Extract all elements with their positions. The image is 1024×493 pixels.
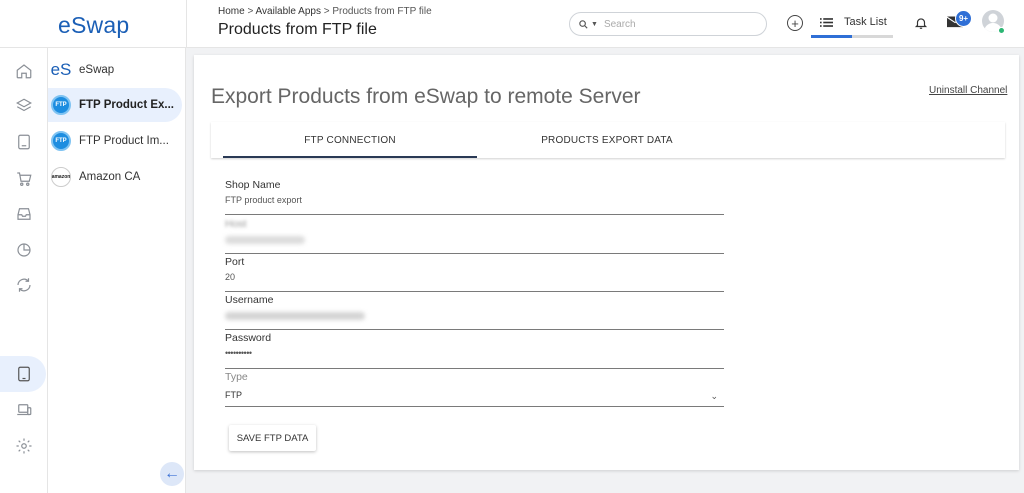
online-status-dot <box>998 27 1005 34</box>
app-item-ftp-import[interactable]: FTP FTP Product Im... <box>48 124 182 158</box>
sync-icon[interactable] <box>15 276 33 294</box>
shop-name-value[interactable]: FTP product export <box>225 195 724 207</box>
tasklist-label: Task List <box>844 16 887 28</box>
settings-icon[interactable] <box>15 437 33 455</box>
password-label: Password <box>225 332 272 344</box>
page-title: Products from FTP file <box>218 21 377 38</box>
home-icon[interactable] <box>15 62 33 80</box>
cart-icon[interactable] <box>15 170 33 188</box>
type-value[interactable]: FTP <box>225 390 724 402</box>
host-value-redacted <box>225 236 305 244</box>
apps-panel: eS eSwap FTP FTP Product Ex... FTP FTP P… <box>48 48 186 493</box>
tab-products-export-data[interactable]: PRODUCTS EXPORT DATA <box>480 122 734 158</box>
port-field[interactable]: Port 20 <box>225 256 724 292</box>
laptop-icon[interactable] <box>15 401 33 419</box>
shop-name-field[interactable]: Shop Name FTP product export <box>225 179 724 215</box>
layers-icon[interactable] <box>15 97 33 115</box>
main-card: Export Products from eSwap to remote Ser… <box>194 55 1019 470</box>
collapse-sidebar-button[interactable]: ← <box>160 462 184 486</box>
chevron-down-icon[interactable]: ⌄ <box>710 391 718 402</box>
shop-name-label: Shop Name <box>225 179 281 191</box>
tasklist-progress-fill <box>811 35 852 38</box>
save-ftp-data-button[interactable]: SAVE FTP DATA <box>229 425 316 451</box>
app-item-label: FTP Product Ex... <box>79 99 174 111</box>
list-icon <box>820 17 833 27</box>
port-label: Port <box>225 256 245 268</box>
app-item-label: Amazon CA <box>79 171 141 183</box>
password-value[interactable]: •••••••••• <box>225 348 724 360</box>
app-item-amazon-ca[interactable]: amazon Amazon CA <box>48 160 182 194</box>
notification-badge: 9+ <box>955 10 972 27</box>
username-label: Username <box>225 294 274 306</box>
username-field[interactable]: Username <box>225 294 724 330</box>
username-value[interactable] <box>225 312 724 324</box>
logo-area: eSwap <box>0 0 187 48</box>
tablet-icon <box>18 366 30 382</box>
app-item-eswap[interactable]: eS eSwap <box>48 53 182 87</box>
breadcrumb-available-apps[interactable]: Available Apps <box>256 6 321 17</box>
search-input[interactable] <box>603 18 744 30</box>
tab-bar: FTP CONNECTION PRODUCTS EXPORT DATA <box>211 122 1005 158</box>
type-label: Type <box>225 371 248 383</box>
username-value-redacted <box>225 312 365 320</box>
nav-rail <box>0 0 48 493</box>
amazon-icon: amazon <box>50 166 72 188</box>
host-field[interactable]: Host <box>225 218 724 254</box>
host-label: Host <box>225 218 247 230</box>
port-value[interactable]: 20 <box>225 272 724 284</box>
eswap-logo-icon: eS <box>50 60 72 79</box>
pie-chart-icon[interactable] <box>15 241 33 259</box>
add-button[interactable]: + <box>787 15 803 31</box>
arrow-left-icon: ← <box>164 465 180 482</box>
type-select[interactable]: Type FTP ⌄ <box>225 371 724 407</box>
plus-icon: + <box>791 15 799 31</box>
top-header: Home > Available Apps > Products from FT… <box>187 0 1024 48</box>
breadcrumb-current: Products from FTP file <box>332 6 432 17</box>
breadcrumb: Home > Available Apps > Products from FT… <box>218 6 432 17</box>
export-heading: Export Products from eSwap to remote Ser… <box>211 85 641 108</box>
tasklist-button[interactable]: Task List <box>820 16 887 28</box>
book-icon[interactable] <box>15 133 33 151</box>
ftp-icon: FTP <box>50 94 72 116</box>
bell-icon[interactable] <box>914 15 928 31</box>
inbox-icon[interactable] <box>15 205 33 223</box>
password-field[interactable]: Password •••••••••• <box>225 332 724 369</box>
host-value[interactable] <box>225 236 724 248</box>
caret-down-icon[interactable]: ▼ <box>591 21 598 28</box>
app-item-label: eSwap <box>79 64 115 76</box>
app-item-label: FTP Product Im... <box>79 135 169 147</box>
tab-ftp-connection[interactable]: FTP CONNECTION <box>223 122 477 158</box>
uninstall-channel-link[interactable]: Uninstall Channel <box>929 85 1007 96</box>
search-icon <box>579 19 588 29</box>
tasklist-progress <box>811 35 893 38</box>
ftp-icon: FTP <box>50 130 72 152</box>
search-box[interactable]: ▼ <box>569 12 767 36</box>
app-item-ftp-export[interactable]: FTP FTP Product Ex... <box>48 88 182 122</box>
tablet-nav-active[interactable] <box>0 356 46 392</box>
eswap-logo[interactable]: eSwap <box>58 12 129 39</box>
breadcrumb-home[interactable]: Home <box>218 6 245 17</box>
